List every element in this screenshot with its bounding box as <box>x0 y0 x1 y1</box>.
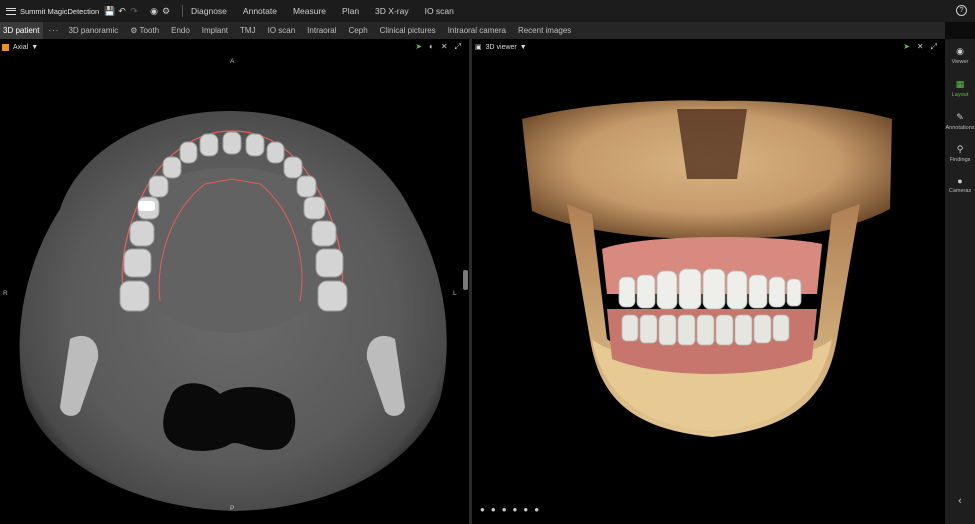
app-title: Summit MagicDetection <box>20 6 100 16</box>
tab-implant[interactable]: Implant <box>202 26 228 35</box>
chevron-down-icon[interactable]: ▼ <box>520 44 527 51</box>
maximize-icon[interactable]: ⤢ <box>931 42 937 52</box>
tab-endo[interactable]: Endo <box>171 26 190 35</box>
redo-icon[interactable]: ↷ <box>128 0 140 22</box>
search-icon: ⚲ <box>956 144 964 154</box>
menu-3d-xray[interactable]: 3D X-ray <box>375 6 409 16</box>
3d-view-header: ▣ 3D viewer ▼ <box>472 39 945 55</box>
sidebar-collapse-button[interactable]: ‹ <box>945 495 975 507</box>
skull-back-icon[interactable]: ● <box>491 505 496 514</box>
cursor-icon[interactable]: ➤ <box>903 42 910 52</box>
help-icon[interactable]: ? <box>956 5 967 16</box>
skull-left-icon[interactable]: ● <box>502 505 507 514</box>
tab-intraoral-camera[interactable]: Intraoral camera <box>448 26 506 35</box>
undo-icon[interactable]: ↶ <box>116 0 128 22</box>
sidebar-item-layout[interactable]: ▦ Layout <box>945 79 975 98</box>
tab-ceph[interactable]: Ceph <box>349 26 368 35</box>
axial-view-tools: ➤ ◐ ✕ ⤢ <box>415 42 461 52</box>
tab-clinical-pictures[interactable]: Clinical pictures <box>380 26 436 35</box>
axial-view-selector[interactable]: Axial <box>13 44 28 51</box>
axial-ct-image[interactable] <box>0 39 469 524</box>
axial-view-header: Axial ▼ <box>0 39 469 55</box>
skull-bottom-icon[interactable]: ● <box>534 505 539 514</box>
axial-color-swatch <box>2 43 9 51</box>
crosshair-icon[interactable]: ✕ <box>441 42 448 52</box>
sidebar-item-label: Findings <box>949 157 971 163</box>
tab-tooth-label: Tooth <box>139 26 160 35</box>
toolbar-divider <box>182 5 183 17</box>
menu-annotate[interactable]: Annotate <box>243 6 277 16</box>
right-sidebar: ◉ Viewer ▦ Layout ✎ Annotations ⚲ Findin… <box>945 39 975 524</box>
3d-view-selector[interactable]: 3D viewer <box>486 44 517 51</box>
sidebar-item-cameras[interactable]: ● Cameras <box>945 176 975 194</box>
cube-icon: ▣ <box>475 44 482 51</box>
tab-3d-patient[interactable]: 3D patient <box>0 22 44 39</box>
orientation-right: L <box>453 290 457 297</box>
axial-airway <box>163 383 296 451</box>
app-menu-button[interactable]: Summit MagicDetection <box>0 7 104 16</box>
tab-recent-images[interactable]: Recent images <box>518 26 571 35</box>
tab-3d-panoramic[interactable]: 3D panoramic <box>68 26 118 35</box>
skull-top-icon[interactable]: ● <box>523 505 528 514</box>
axial-filling <box>138 201 155 211</box>
sidebar-item-label: Cameras <box>948 188 972 194</box>
tab-io-scan[interactable]: IO scan <box>268 26 296 35</box>
settings-icon[interactable]: ⚙ <box>160 0 172 22</box>
menu-io-scan[interactable]: IO scan <box>425 6 454 16</box>
tab-tmj[interactable]: TMJ <box>240 26 256 35</box>
tab-bar: 3D patient ··· 3D panoramic ⚙ Tooth Endo… <box>0 22 945 39</box>
sidebar-item-viewer[interactable]: ◉ Viewer <box>945 46 975 65</box>
tab-intraoral[interactable]: Intraoral <box>307 26 336 35</box>
crosshair-icon[interactable]: ✕ <box>917 42 924 52</box>
3d-view-tools: ➤ ✕ ⤢ <box>903 42 937 52</box>
maximize-icon[interactable]: ⤢ <box>455 42 461 52</box>
menu-plan[interactable]: Plan <box>342 6 359 16</box>
sidebar-item-findings[interactable]: ⚲ Findings <box>945 144 975 163</box>
menu-measure[interactable]: Measure <box>293 6 326 16</box>
axial-viewport[interactable]: Axial ▼ ➤ ◐ ✕ ⤢ A P R L <box>0 39 469 524</box>
save-icon[interactable]: 💾 <box>104 0 116 22</box>
hamburger-icon[interactable] <box>6 7 16 15</box>
skull-front-icon[interactable]: ● <box>480 505 485 514</box>
cursor-icon[interactable]: ➤ <box>415 42 422 52</box>
menu-diagnose[interactable]: Diagnose <box>191 6 227 16</box>
sidebar-item-label: Annotations <box>945 125 975 131</box>
layout-icon: ▦ <box>955 79 965 89</box>
3d-skull-render[interactable] <box>472 39 945 524</box>
pen-icon: ✎ <box>956 112 964 122</box>
skull-right-icon[interactable]: ● <box>513 505 518 514</box>
3d-viewport[interactable]: ▣ 3D viewer ▼ ➤ ✕ ⤢ ● ● ● ● ● ● <box>472 39 945 524</box>
3d-nasal-cavity <box>677 109 747 179</box>
sidebar-item-label: Layout <box>951 92 969 98</box>
camera-icon: ● <box>957 176 963 186</box>
3d-lower-teeth <box>621 314 790 346</box>
more-tabs-button[interactable]: ··· <box>48 26 59 35</box>
contrast-icon[interactable]: ◐ <box>429 42 434 52</box>
globe-icon[interactable]: ◉ <box>148 0 160 22</box>
orientation-top: A <box>230 58 235 65</box>
eye-icon: ◉ <box>956 46 964 56</box>
tooth-icon: ⚙ <box>130 26 140 35</box>
3d-preset-views: ● ● ● ● ● ● <box>480 505 539 514</box>
orientation-bottom: P <box>230 505 235 512</box>
chevron-down-icon[interactable]: ▼ <box>31 44 38 51</box>
top-toolbar: Summit MagicDetection 💾 ↶ ↷ ◉ ⚙ Diagnose… <box>0 0 975 22</box>
orientation-left: R <box>3 290 8 297</box>
divider-drag-handle[interactable] <box>463 270 468 290</box>
sidebar-item-label: Viewer <box>951 59 969 65</box>
sidebar-item-annotations[interactable]: ✎ Annotations <box>945 112 975 131</box>
tab-tooth[interactable]: ⚙ Tooth <box>130 26 159 35</box>
